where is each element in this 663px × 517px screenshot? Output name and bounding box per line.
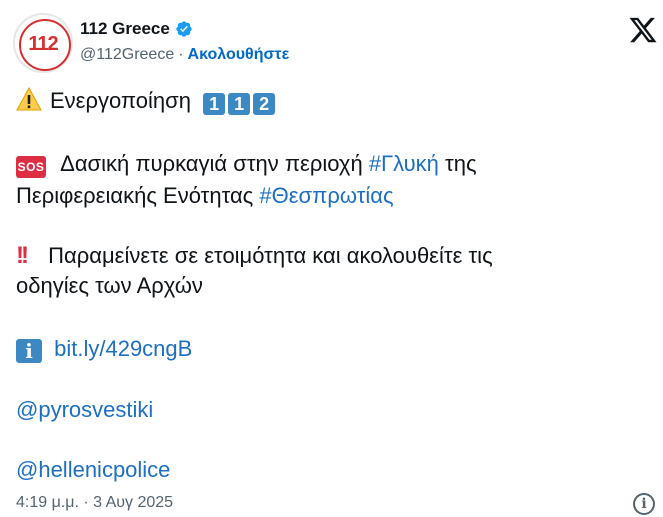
- alert-text-2: οδηγίες των Αρχών: [16, 273, 203, 298]
- tweet-line-activation: Ενεργοποίηση 112: [16, 86, 278, 116]
- region-text: Περιφερειακής Ενότητας: [16, 183, 254, 208]
- hashtag-thesprotia-link[interactable]: #Θεσπρωτίας: [259, 183, 393, 208]
- tweet-line-mention-2: @hellenicpolice: [16, 455, 170, 485]
- tweet-line-link: i bit.ly/429cngB: [16, 334, 192, 364]
- tweet-line-alert-2: οδηγίες των Αρχών: [16, 271, 203, 301]
- information-icon: i: [16, 339, 42, 363]
- keycap-group: 112: [203, 88, 278, 115]
- info-circle-icon[interactable]: i: [633, 493, 655, 515]
- tweet-date: 3 Αυγ 2025: [93, 494, 174, 511]
- timestamp-separator: ·: [83, 494, 89, 511]
- alert-text: Παραμείνετε σε ετοιμότητα και ακολουθείτ…: [48, 243, 493, 268]
- hashtag-glyki-link[interactable]: #Γλυκή: [369, 151, 439, 176]
- author-name-row: 112 Greece: [80, 19, 193, 39]
- tweet-timestamp[interactable]: 4:19 μ.μ. · 3 Αυγ 2025: [16, 494, 173, 512]
- handle-separator: ·: [178, 46, 184, 63]
- keycap-2-icon: 2: [253, 93, 276, 115]
- mention-pyrosvestiki-link[interactable]: @pyrosvestiki: [16, 397, 153, 422]
- mention-hellenicpolice-link[interactable]: @hellenicpolice: [16, 457, 170, 482]
- sos-icon: SOS: [16, 156, 46, 178]
- tweet-line-fire: SOS Δασική πυρκαγιά στην περιοχή #Γλυκή …: [16, 149, 477, 179]
- author-display-name[interactable]: 112 Greece: [80, 19, 170, 39]
- fire-text-suffix: της: [445, 151, 477, 176]
- avatar-number: 112: [28, 33, 58, 55]
- avatar[interactable]: 112: [13, 13, 73, 73]
- short-link[interactable]: bit.ly/429cngB: [54, 336, 192, 361]
- double-exclamation-icon: !!: [16, 242, 29, 269]
- fire-text: Δασική πυρκαγιά στην περιοχή: [60, 151, 363, 176]
- tweet-line-alert: !! Παραμείνετε σε ετοιμότητα και ακολουθ…: [16, 241, 493, 271]
- tweet-line-mention-1: @pyrosvestiki: [16, 395, 153, 425]
- verified-badge-icon: [176, 21, 192, 37]
- warning-icon: [16, 87, 42, 111]
- keycap-1-icon: 1: [203, 93, 226, 115]
- author-handle-row: @112Greece · Ακολουθήστε: [80, 46, 289, 64]
- activation-text: Ενεργοποίηση: [50, 88, 191, 113]
- author-handle[interactable]: @112Greece: [80, 46, 174, 64]
- tweet-time: 4:19 μ.μ.: [16, 494, 79, 511]
- tweet-header: 112 112 Greece @112Greece · Ακολουθήστε: [13, 13, 663, 73]
- follow-button[interactable]: Ακολουθήστε: [188, 46, 290, 64]
- x-logo-icon[interactable]: [628, 15, 658, 45]
- tweet-line-region: Περιφερειακής Ενότητας #Θεσπρωτίας: [16, 181, 394, 211]
- keycap-1-icon: 1: [228, 93, 251, 115]
